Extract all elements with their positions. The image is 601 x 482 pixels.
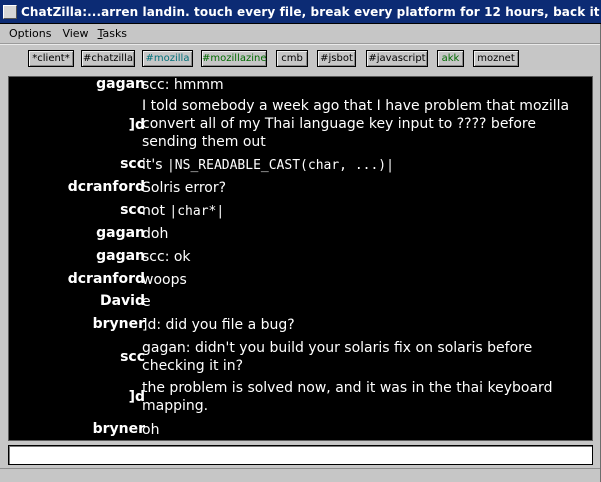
menu-bar: Options View Tasks xyxy=(0,24,601,44)
tab-moznet[interactable]: moznet xyxy=(473,50,519,67)
message-nick[interactable]: bryner xyxy=(93,316,145,332)
menu-view[interactable]: View xyxy=(59,27,96,40)
message-code: |NS_READABLE_CAST(char, ...)| xyxy=(166,158,394,173)
message-code: |char*| xyxy=(169,204,225,219)
menu-tasks-rest: asks xyxy=(102,27,128,40)
tab-mozillazine[interactable]: #mozillazine xyxy=(201,50,267,67)
message-nick[interactable]: gagan xyxy=(96,225,145,241)
message-text: woops xyxy=(142,272,187,288)
window-menu-icon[interactable] xyxy=(3,4,17,19)
message-text-prefix: not xyxy=(142,203,170,219)
menu-options[interactable]: Options xyxy=(0,27,59,40)
message-nick[interactable]: David xyxy=(100,293,145,309)
chat-output[interactable]: gagan scc: hmmm ]d I told somebody a wee… xyxy=(8,76,593,441)
message-text: the problem is solved now, and it was in… xyxy=(142,380,553,414)
message-input[interactable] xyxy=(8,445,593,465)
message-text: Solris error? xyxy=(142,180,227,196)
message-text: scc: ok xyxy=(142,249,191,265)
message-text: doh xyxy=(142,226,169,242)
message-nick[interactable]: gagan xyxy=(96,77,145,92)
menu-tasks[interactable]: Tasks xyxy=(97,27,135,40)
message-nick[interactable]: bryner xyxy=(93,421,145,437)
window-title: ChatZilla:...arren landin. touch every f… xyxy=(21,4,601,19)
message-nick[interactable]: dcranford xyxy=(68,271,145,287)
message-nick[interactable]: dcranford xyxy=(68,179,145,195)
message-text: it's |NS_READABLE_CAST(char, ...)| xyxy=(142,156,587,175)
tab-akk[interactable]: akk xyxy=(437,50,464,67)
message-text: scc: hmmm xyxy=(142,77,224,93)
message-nick[interactable]: gagan xyxy=(96,248,145,264)
message-text: oh xyxy=(142,422,160,438)
message-text: I told somebody a week ago that I have p… xyxy=(142,98,570,150)
tab-cmb[interactable]: cmb xyxy=(276,50,308,67)
message-text: e xyxy=(142,294,151,310)
view-tab-bar: *client* #chatzilla #mozilla #mozillazin… xyxy=(0,44,601,76)
message-text: gagan: didn't you build your solaris fix… xyxy=(142,340,533,374)
tab-javascript[interactable]: #javascript xyxy=(366,50,428,67)
tab-client[interactable]: *client* xyxy=(28,50,74,67)
tab-mozilla[interactable]: #mozilla xyxy=(142,50,193,67)
message-text: not |char*| xyxy=(142,202,587,221)
window-titlebar[interactable]: ChatZilla:...arren landin. touch every f… xyxy=(0,0,601,24)
message-text: ]d: did you file a bug? xyxy=(142,317,295,333)
tab-jsbot[interactable]: #jsbot xyxy=(317,50,356,67)
message-text-prefix: it's xyxy=(142,157,167,173)
status-bar xyxy=(0,468,601,482)
tab-chatzilla[interactable]: #chatzilla xyxy=(81,50,135,67)
